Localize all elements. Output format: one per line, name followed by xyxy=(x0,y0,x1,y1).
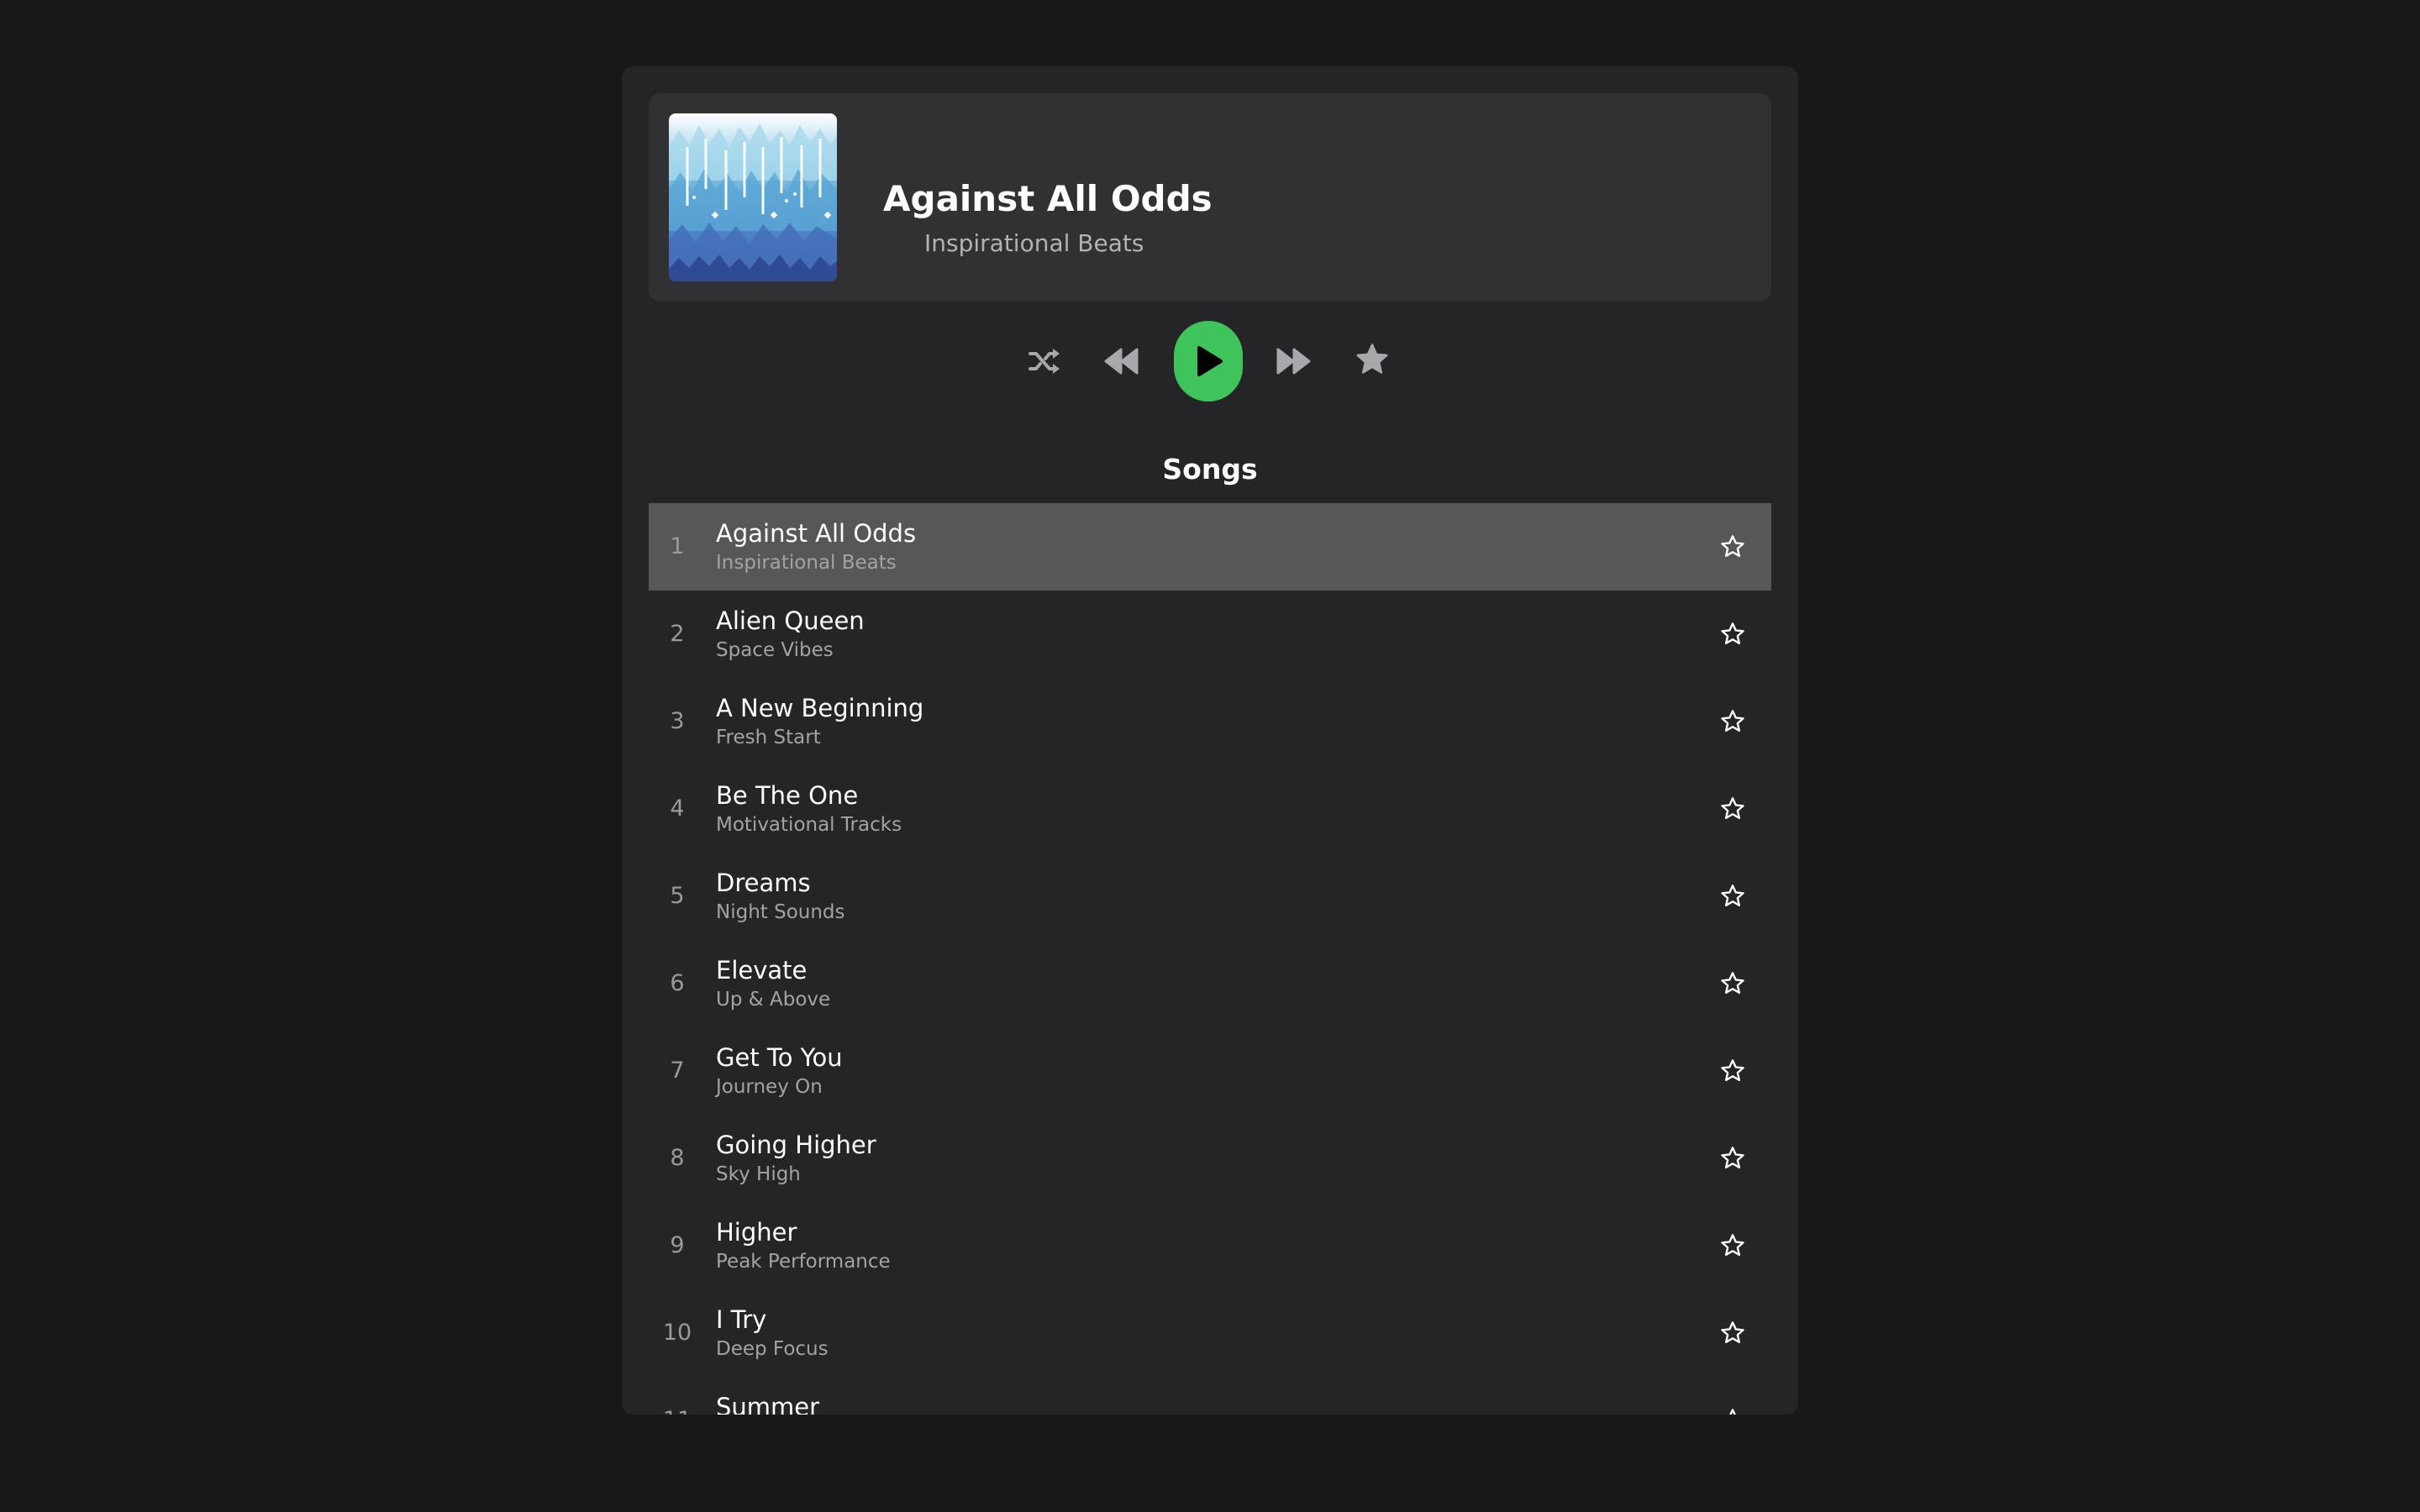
star-outline-icon xyxy=(1721,622,1744,644)
rewind-icon xyxy=(1104,348,1139,375)
song-favorite-button[interactable] xyxy=(1718,1231,1748,1261)
song-artist: Peak Performance xyxy=(716,1251,891,1273)
song-favorite-button[interactable] xyxy=(1718,706,1748,737)
song-title: I Try xyxy=(716,1305,767,1334)
song-title: Alien Queen xyxy=(716,606,865,635)
song-number: 7 xyxy=(670,1058,685,1084)
song-title: Elevate xyxy=(716,956,808,984)
play-button[interactable] xyxy=(1174,321,1243,402)
favorite-button[interactable] xyxy=(1353,340,1392,379)
song-row[interactable]: 10 I Try Deep Focus xyxy=(649,1289,1771,1377)
song-artist: Journey On xyxy=(716,1076,823,1098)
song-number: 8 xyxy=(670,1145,685,1171)
shuffle-icon xyxy=(1028,349,1060,374)
fast-forward-icon xyxy=(1276,348,1311,375)
song-artist: Sky High xyxy=(716,1163,801,1185)
song-row[interactable]: 4 Be The One Motivational Tracks xyxy=(649,765,1771,853)
song-row[interactable]: 5 Dreams Night Sounds xyxy=(649,853,1771,940)
song-number: 11 xyxy=(649,1407,706,1415)
star-outline-icon xyxy=(1721,1059,1744,1081)
star-outline-icon xyxy=(1721,710,1744,732)
song-row[interactable]: 2 Alien Queen Space Vibes xyxy=(649,591,1771,678)
song-number: 6 xyxy=(670,970,685,996)
song-row[interactable]: 6 Elevate Up & Above xyxy=(649,940,1771,1027)
previous-button[interactable] xyxy=(1102,342,1141,381)
song-row[interactable]: 9 Higher Peak Performance xyxy=(649,1202,1771,1289)
song-favorite-button[interactable] xyxy=(1718,794,1748,824)
star-outline-icon xyxy=(1721,1321,1744,1343)
song-number: 3 xyxy=(670,708,685,734)
song-number: 10 xyxy=(662,1320,692,1346)
song-row[interactable]: 7 Get To You Journey On xyxy=(649,1027,1771,1115)
song-row[interactable]: 3 A New Beginning Fresh Start xyxy=(649,678,1771,765)
song-number: 4 xyxy=(670,795,685,822)
star-outline-icon xyxy=(1721,797,1744,819)
song-title: A New Beginning xyxy=(716,694,924,722)
star-icon xyxy=(1356,344,1388,374)
star-outline-icon xyxy=(1721,1234,1744,1256)
song-artist: Motivational Tracks xyxy=(716,814,902,836)
song-title: Be The One xyxy=(716,781,859,810)
song-title: Get To You xyxy=(716,1043,843,1072)
song-number: 5 xyxy=(670,883,685,909)
star-outline-icon xyxy=(1729,1409,1736,1415)
music-player: Against All Odds Inspirational Beats Son… xyxy=(622,66,1798,1415)
album-cover-art xyxy=(669,113,837,281)
shuffle-button[interactable] xyxy=(1025,342,1064,381)
song-artist: Fresh Start xyxy=(716,727,821,748)
song-list: 1 Against All Odds Inspirational Beats 2… xyxy=(649,503,1771,1415)
song-artist: Deep Focus xyxy=(716,1338,829,1360)
star-outline-icon xyxy=(1721,885,1744,906)
songs-heading: Songs xyxy=(1162,453,1258,486)
song-favorite-button[interactable] xyxy=(1718,1143,1748,1173)
song-favorite-button[interactable] xyxy=(1718,619,1748,649)
play-icon xyxy=(1197,346,1223,376)
song-favorite-button[interactable] xyxy=(1718,1056,1748,1086)
song-favorite-button[interactable] xyxy=(1718,881,1748,911)
now-playing-card: Against All Odds Inspirational Beats xyxy=(649,93,1771,302)
song-title: Dreams xyxy=(716,869,811,897)
song-row[interactable]: 11 Summer xyxy=(649,1377,1771,1415)
song-row[interactable]: 8 Going Higher Sky High xyxy=(649,1115,1771,1202)
song-favorite-button[interactable] xyxy=(1718,532,1748,562)
song-number: 1 xyxy=(670,533,685,559)
now-playing-artist: Inspirational Beats xyxy=(924,229,1144,257)
song-artist: Inspirational Beats xyxy=(716,552,897,574)
song-artist: Night Sounds xyxy=(716,901,845,923)
song-title: Summer xyxy=(716,1393,820,1415)
song-number: 2 xyxy=(670,621,685,647)
album-cover xyxy=(669,113,837,281)
song-artist: Up & Above xyxy=(716,989,831,1011)
song-title: Higher xyxy=(716,1218,797,1247)
song-favorite-button[interactable] xyxy=(1718,969,1748,999)
song-title: Against All Odds xyxy=(716,519,917,548)
song-artist: Space Vibes xyxy=(716,639,834,661)
next-button[interactable] xyxy=(1274,342,1313,381)
song-number: 9 xyxy=(670,1232,685,1258)
star-outline-icon xyxy=(1721,972,1744,994)
star-outline-icon xyxy=(1721,535,1744,557)
star-outline-icon xyxy=(1721,1147,1744,1168)
song-row[interactable]: 1 Against All Odds Inspirational Beats xyxy=(649,503,1771,591)
now-playing-title: Against All Odds xyxy=(883,178,1213,219)
song-title: Going Higher xyxy=(716,1131,876,1159)
song-favorite-button[interactable] xyxy=(1718,1405,1748,1415)
song-favorite-button[interactable] xyxy=(1718,1318,1748,1348)
